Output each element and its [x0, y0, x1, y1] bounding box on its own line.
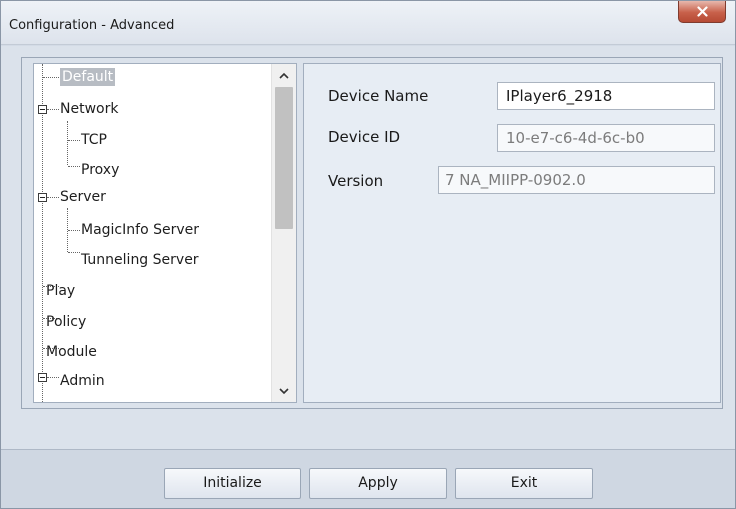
tree-item-network[interactable]: Network	[60, 97, 118, 121]
tree-item-tunneling-server[interactable]: Tunneling Server	[81, 248, 199, 272]
tree-item-magicinfo-server[interactable]: MagicInfo Server	[81, 218, 199, 242]
tree-connector	[68, 166, 80, 167]
details-panel: Device Name IPlayer6_2918 Device ID 10-e…	[303, 63, 721, 403]
scroll-up-button[interactable]	[272, 64, 296, 86]
tree-item-label: Proxy	[81, 162, 120, 178]
tree-list: Default Network TCP Proxy Server MagicIn…	[34, 64, 272, 402]
tree-item-label: Module	[46, 344, 97, 360]
tree-connector	[43, 77, 59, 78]
tree-item-label: Network	[60, 101, 119, 117]
tree-item-label: TCP	[81, 132, 107, 148]
tree-connector	[47, 109, 59, 110]
collapse-icon[interactable]	[38, 373, 47, 382]
device-name-field[interactable]: IPlayer6_2918	[497, 82, 715, 110]
tree-item-policy[interactable]: Policy	[46, 310, 86, 334]
tree-item-module[interactable]: Module	[46, 340, 97, 364]
tree-connector	[68, 252, 80, 253]
collapse-icon[interactable]	[38, 105, 47, 114]
tree-item-label: Admin	[60, 373, 105, 389]
tree-connector	[47, 377, 59, 378]
tree-item-default[interactable]: Default	[60, 65, 116, 89]
tree-item-label: Default	[60, 68, 116, 86]
tree-scrollbar[interactable]	[271, 64, 296, 402]
tree-item-proxy[interactable]: Proxy	[81, 158, 119, 182]
device-id-field: 10-e7-c6-4d-6c-b0	[497, 124, 715, 152]
settings-tree: Default Network TCP Proxy Server MagicIn…	[33, 63, 297, 403]
tree-item-server[interactable]: Server	[60, 185, 106, 209]
tree-connector	[68, 140, 80, 141]
tree-item-label: Policy	[46, 314, 87, 330]
tree-item-play[interactable]: Play	[46, 279, 75, 303]
tree-connector	[47, 197, 59, 198]
chevron-up-icon	[279, 72, 289, 79]
tree-item-label: MagicInfo Server	[81, 222, 199, 238]
close-button[interactable]	[678, 1, 726, 23]
collapse-icon[interactable]	[38, 193, 47, 202]
tree-item-label: Tunneling Server	[81, 252, 199, 268]
version-label: Version	[328, 172, 384, 190]
tree-connector	[42, 64, 43, 402]
scroll-down-button[interactable]	[272, 380, 296, 402]
apply-button[interactable]: Apply	[309, 468, 447, 499]
tree-item-tcp[interactable]: TCP	[81, 128, 107, 152]
window-title: Configuration - Advanced	[9, 18, 175, 33]
configuration-window: Configuration - Advanced Default Network…	[0, 0, 736, 509]
tree-connector	[68, 230, 80, 231]
close-icon	[696, 6, 708, 17]
scroll-thumb[interactable]	[275, 87, 293, 229]
exit-button[interactable]: Exit	[455, 468, 593, 499]
tree-connector	[67, 121, 68, 165]
tree-item-label: Play	[46, 283, 76, 299]
tree-item-admin[interactable]: Admin	[60, 369, 105, 393]
initialize-button[interactable]: Initialize	[164, 468, 301, 499]
version-field: 7 NA_MIIPP-0902.0	[438, 166, 715, 194]
tree-item-label: Server	[60, 189, 106, 205]
device-id-label: Device ID	[328, 128, 401, 146]
title-bar: Configuration - Advanced	[1, 1, 735, 45]
device-name-label: Device Name	[328, 87, 429, 105]
chevron-down-icon	[279, 387, 289, 394]
